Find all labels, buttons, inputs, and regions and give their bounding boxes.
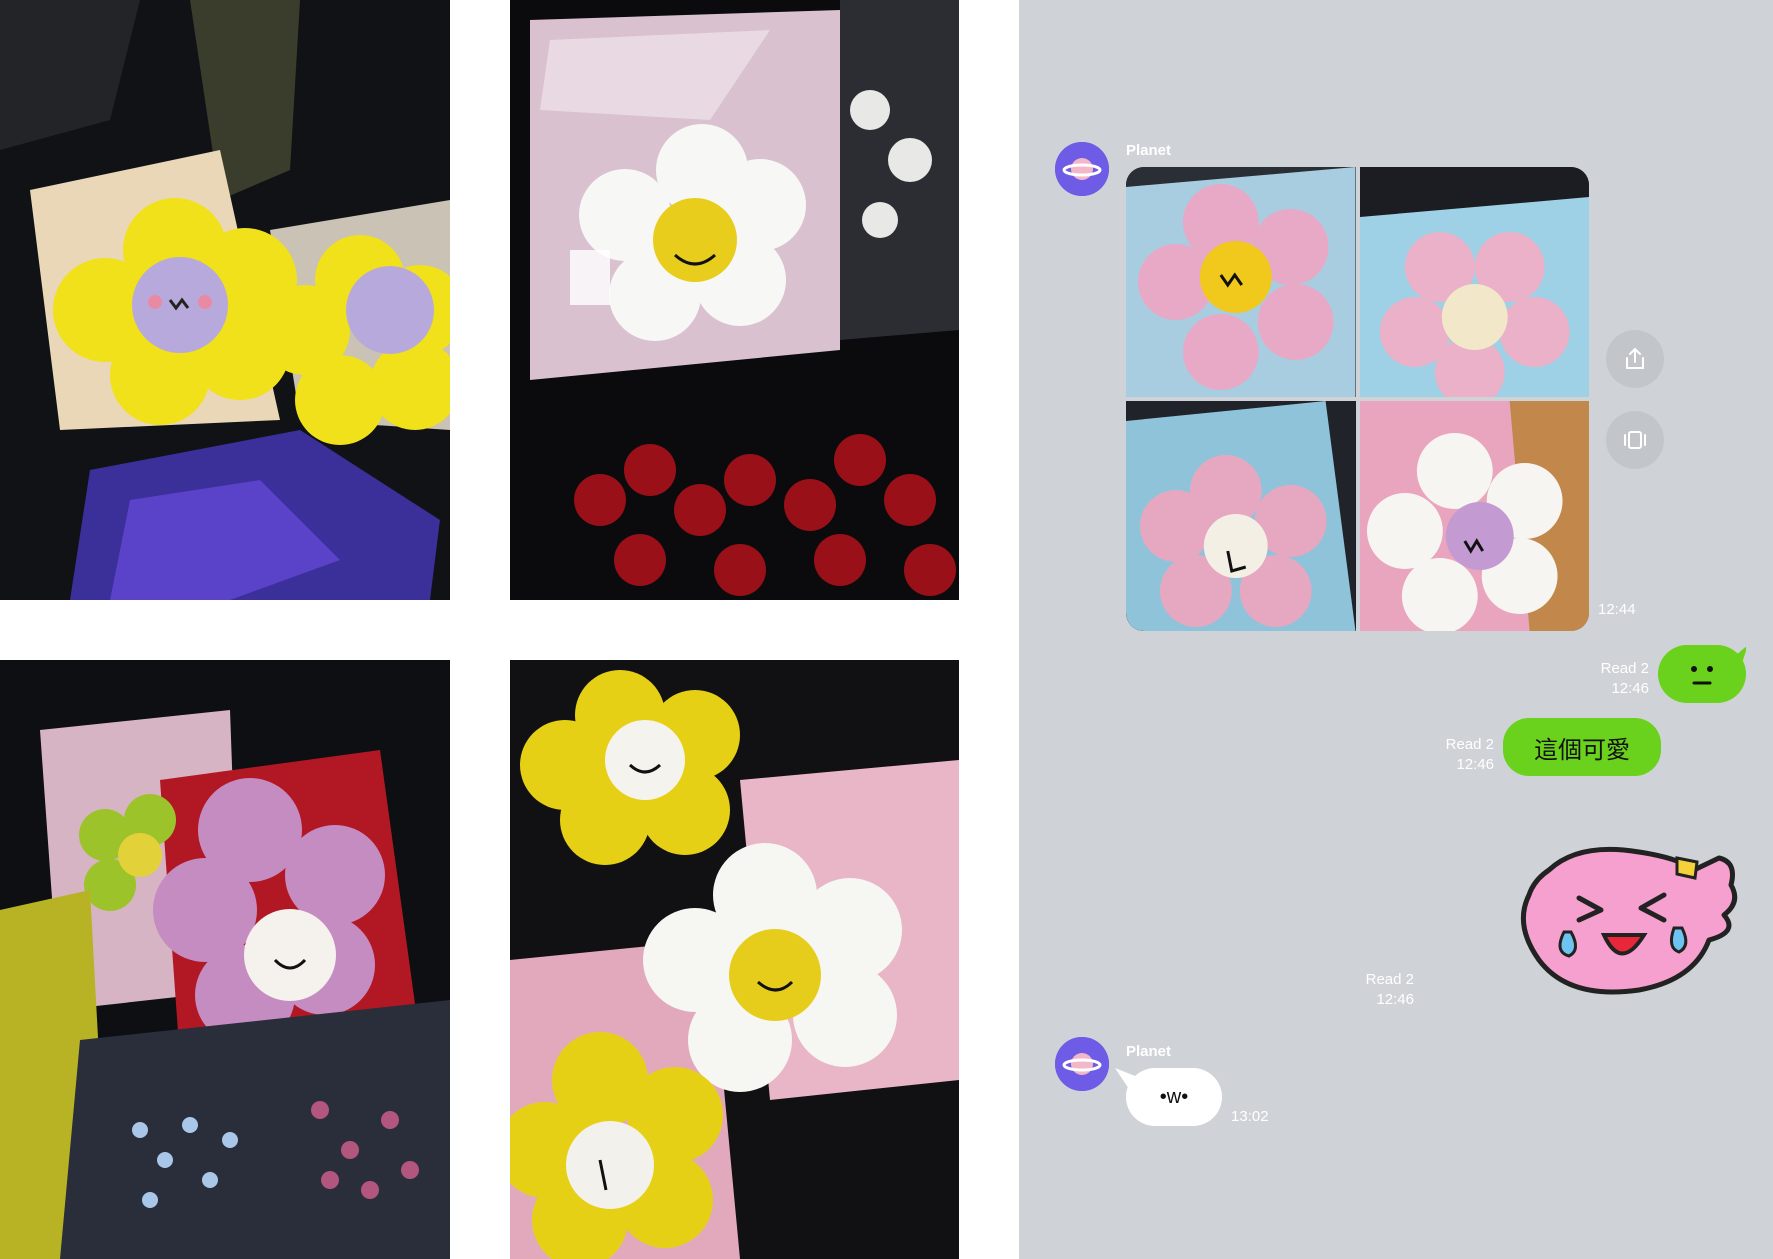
grid-photo-pink-white-flower[interactable] xyxy=(1359,167,1589,397)
photo-grid-message[interactable] xyxy=(1126,167,1589,631)
chat-panel: Planet 12:44 Read 2 12:46 Read 2 12:46 這… xyxy=(1019,0,1773,1259)
grid-photo-pink-flower-blue-wrap[interactable] xyxy=(1126,401,1356,631)
photo-yellow-purple-flower-bouquet xyxy=(0,0,450,600)
planet-icon[interactable] xyxy=(1055,1037,1109,1091)
sender-name: Planet xyxy=(1126,1043,1172,1060)
grid-photo-white-purple-flower[interactable] xyxy=(1359,401,1589,631)
photo-purple-pink-flower-bouquet xyxy=(0,660,450,1259)
read-receipt: Read 2 xyxy=(1600,660,1649,677)
message-time: 12:44 xyxy=(1598,601,1636,618)
message-time: 12:46 xyxy=(1611,680,1649,697)
photo-yellow-white-flower-bouquets xyxy=(510,660,959,1259)
read-receipt: Read 2 xyxy=(1365,971,1414,988)
text-message-bubble[interactable]: 這個可愛 xyxy=(1503,718,1661,776)
share-button[interactable] xyxy=(1606,330,1664,388)
sender-name: Planet xyxy=(1126,142,1172,159)
text-message-bubble[interactable]: •w• xyxy=(1126,1068,1222,1126)
planet-icon[interactable] xyxy=(1055,142,1109,196)
message-time: 12:46 xyxy=(1456,756,1494,773)
neutral-face-icon xyxy=(1691,646,1746,685)
laughing-face-sticker-icon[interactable] xyxy=(1509,840,1739,1000)
emoji-bubble[interactable] xyxy=(1658,645,1746,703)
read-receipt: Read 2 xyxy=(1445,736,1494,753)
carousel-button[interactable] xyxy=(1606,411,1664,469)
message-time: 12:46 xyxy=(1376,991,1414,1008)
grid-photo-pink-yellow-flower[interactable] xyxy=(1126,167,1356,397)
share-icon xyxy=(1626,347,1644,369)
message-time: 13:02 xyxy=(1231,1108,1269,1125)
carousel-icon xyxy=(1624,431,1646,449)
photo-white-smiley-flower-bouquet xyxy=(510,0,959,600)
